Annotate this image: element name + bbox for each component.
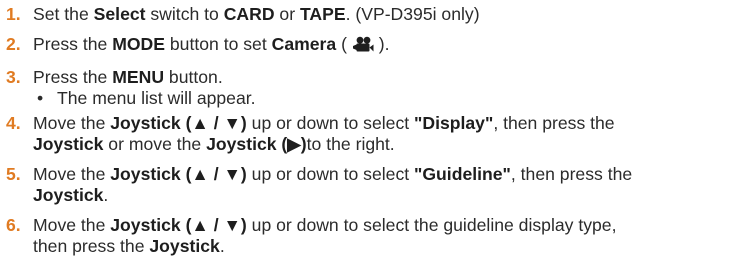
step-text: Set the xyxy=(33,4,94,24)
step-2: 2. Press the MODE button to set Camera (… xyxy=(6,34,745,58)
step-keyword: Joystick xyxy=(149,236,220,256)
step-4: 4. Move the Joystick (▲ / ▼) up or down … xyxy=(6,113,745,155)
step-keyword: CARD xyxy=(223,4,275,24)
step-text: , then press the xyxy=(510,164,633,184)
step-text: ). xyxy=(373,34,390,54)
step-text: . xyxy=(219,236,225,256)
step-text: . (VP-D395i only) xyxy=(345,4,480,24)
step-text: or xyxy=(274,4,300,24)
step-text: ( xyxy=(336,34,352,54)
bullet-icon: • xyxy=(37,88,44,108)
step-number: 6. xyxy=(6,215,21,235)
step-text: switch to xyxy=(145,4,224,24)
step-text: up or down to select the guideline displ… xyxy=(246,215,617,235)
step-5: 5. Move the Joystick (▲ / ▼) up or down … xyxy=(6,164,745,206)
step-keyword: Joystick xyxy=(33,185,104,205)
step-6: 6. Move the Joystick (▲ / ▼) up or down … xyxy=(6,215,745,257)
step-sub-item: • The menu list will appear. xyxy=(33,88,745,109)
camera-mode-icon xyxy=(352,36,374,58)
sub-item-text: The menu list will appear. xyxy=(57,88,256,108)
step-number: 5. xyxy=(6,164,21,184)
step-number: 1. xyxy=(6,4,21,24)
step-keyword: Joystick (▶) xyxy=(206,134,307,154)
step-number: 3. xyxy=(6,67,21,87)
step-number: 4. xyxy=(6,113,21,133)
step-keyword: MENU xyxy=(112,67,165,87)
step-keyword: MODE xyxy=(112,34,165,54)
step-text: , then press the xyxy=(493,113,615,133)
step-text: up or down to select xyxy=(246,164,415,184)
step-keyword: Joystick (▲ / ▼) xyxy=(110,215,247,235)
step-text: up or down to select xyxy=(246,113,415,133)
step-text: to the right. xyxy=(306,134,395,154)
step-text: or move the xyxy=(103,134,207,154)
step-text: then press the xyxy=(33,236,150,256)
step-text: Move the xyxy=(33,113,111,133)
step-keyword: Joystick (▲ / ▼) xyxy=(110,164,247,184)
step-keyword: TAPE xyxy=(299,4,346,24)
step-keyword: Joystick xyxy=(33,134,104,154)
step-keyword: Select xyxy=(93,4,146,24)
step-keyword: Camera xyxy=(271,34,337,54)
instruction-steps: 1. Set the Select switch to CARD or TAPE… xyxy=(6,4,745,257)
step-text: Move the xyxy=(33,215,111,235)
step-text: Press the xyxy=(33,67,113,87)
step-keyword: "Guideline" xyxy=(414,164,511,184)
step-keyword: "Display" xyxy=(414,113,494,133)
step-number: 2. xyxy=(6,34,21,54)
step-keyword: Joystick (▲ / ▼) xyxy=(110,113,247,133)
step-3: 3. Press the MENU button. • The menu list… xyxy=(6,67,745,109)
step-1: 1. Set the Select switch to CARD or TAPE… xyxy=(6,4,745,25)
step-text: button. xyxy=(164,67,223,87)
step-text: . xyxy=(103,185,109,205)
step-text: Press the xyxy=(33,34,113,54)
step-text: button to set xyxy=(165,34,272,54)
instruction-page: 1. Set the Select switch to CARD or TAPE… xyxy=(0,0,753,279)
step-text: Move the xyxy=(33,164,111,184)
